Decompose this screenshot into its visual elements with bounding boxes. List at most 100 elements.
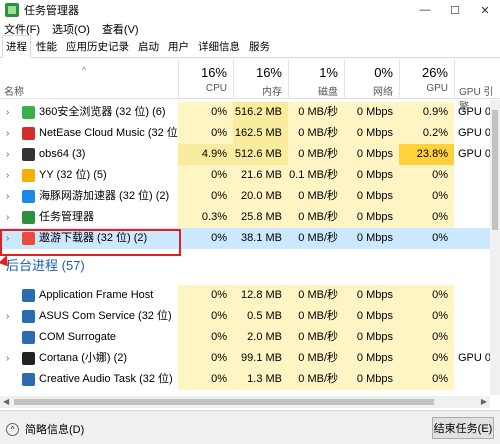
background-process-row[interactable]: Creative Audio Task (32 位) 0% 1.3 MB 0 MB/秒… [0,369,500,390]
memory-cell: 516.2 MB [233,102,288,123]
network-cell: 0 Mbps [344,207,399,228]
app-process-row[interactable]: › 任务管理器 0.3% 25.8 MB 0 MB/秒 0 Mbps 0% [0,207,500,228]
network-cell: 0 Mbps [344,165,399,186]
expand-chevron-icon[interactable]: › [6,228,9,249]
window-title: 任务管理器 [24,5,79,17]
vertical-scrollbar[interactable] [490,100,500,395]
collapse-icon: ^ [6,422,19,436]
app-process-row[interactable]: › YY (32 位) (5) 0% 21.6 MB 0.1 MB/秒 0 Mbps 0% [0,165,500,186]
end-task-button[interactable]: 结束任务(E) [432,417,494,439]
process-icon [22,331,35,344]
app-process-row[interactable]: › obs64 (3) 4.9% 512.6 MB 0 MB/秒 0 Mbps 23.8% G… [0,144,500,165]
gpu-cell: 0% [399,207,454,228]
fewer-details-button[interactable]: ^ 简略信息(D) [6,421,84,437]
minimize-button[interactable]: — [410,0,440,20]
expand-chevron-icon[interactable]: › [6,207,9,228]
cpu-cell: 0.3% [178,207,233,228]
background-process-row[interactable]: Application Frame Host 0% 12.8 MB 0 MB/秒 0 M… [0,285,500,306]
tab-performance[interactable]: 性能 [32,35,61,57]
network-cell: 0 Mbps [344,327,399,348]
process-icon [22,373,35,386]
task-manager-icon [5,3,19,17]
process-icon [22,211,35,224]
tab-users[interactable]: 用户 [164,35,193,57]
horizontal-scrollbar[interactable]: ◀ ▶ [0,396,490,408]
header-disk[interactable]: 1% 磁盘 [288,59,344,99]
header-gpu[interactable]: 26% GPU [399,59,454,99]
process-icon [22,352,35,365]
expand-chevron-icon[interactable]: › [6,348,9,369]
maximize-button[interactable]: ☐ [440,0,470,20]
title-bar: 任务管理器 — ☐ ✕ [0,0,500,20]
process-name: 任务管理器 [39,211,94,223]
window-controls: — ☐ ✕ [410,0,500,20]
gpu-cell: 0% [399,306,454,327]
header-network-pct: 0% [374,65,393,80]
header-network[interactable]: 0% 网络 [344,59,399,99]
footer: ^ 简略信息(D) 结束任务(E) [0,410,500,444]
expand-chevron-icon[interactable]: › [6,186,9,207]
expand-chevron-icon[interactable]: › [6,102,9,123]
background-process-row[interactable]: COM Surrogate 0% 2.0 MB 0 MB/秒 0 Mbps 0% [0,327,500,348]
process-name: Creative Audio Task (32 位) [39,373,173,385]
network-cell: 0 Mbps [344,144,399,165]
memory-cell: 21.6 MB [233,165,288,186]
background-process-row[interactable]: › Cortana (小娜) (2) 0% 99.1 MB 0 MB/秒 0 Mbps 0%… [0,348,500,369]
header-disk-pct: 1% [319,65,338,80]
background-processes-heading: 后台进程 (57) [6,258,85,273]
cpu-cell: 0% [178,306,233,327]
header-memory[interactable]: 16% 内存 [233,59,288,99]
header-gpu-engine[interactable]: GPU 引擎 [454,59,500,113]
process-name: NetEase Cloud Music (32 位) (3) [39,127,198,139]
header-name[interactable]: 名称 [4,83,24,98]
disk-cell: 0 MB/秒 [288,123,344,144]
scroll-left-icon[interactable]: ◀ [3,396,9,408]
cpu-cell: 4.9% [178,144,233,165]
header-cpu[interactable]: 16% CPU [178,59,233,99]
process-name: COM Surrogate [39,331,117,343]
gpu-cell: 0.9% [399,102,454,123]
header-cpu-pct: 16% [200,65,227,80]
header-memory-pct: 16% [255,65,282,80]
gpu-cell: 0.2% [399,123,454,144]
header-disk-label: 磁盘 [318,87,338,98]
header-network-label: 网络 [373,87,393,98]
tab-app-history[interactable]: 应用历史记录 [62,35,133,57]
scroll-right-icon[interactable]: ▶ [481,396,487,408]
gpu-cell: 0% [399,285,454,306]
app-process-row[interactable]: › NetEase Cloud Music (32 位) (3) 0% 162.5 M… [0,123,500,144]
close-button[interactable]: ✕ [470,0,500,20]
disk-cell: 0 MB/秒 [288,369,344,390]
cpu-cell: 0% [211,232,227,244]
header-gpu-label: GPU [426,83,448,94]
disk-cell: 0 MB/秒 [288,306,344,327]
background-process-row[interactable]: › ASUS Com Service (32 位) 0% 0.5 MB 0 MB/秒 0 … [0,306,500,327]
expand-chevron-icon[interactable]: › [6,306,9,327]
tab-startup[interactable]: 启动 [134,35,163,57]
disk-cell: 0 MB/秒 [288,144,344,165]
cpu-cell: 0% [178,327,233,348]
expand-chevron-icon[interactable]: › [6,165,9,186]
sort-up-icon: ^ [82,65,87,75]
horizontal-scroll-thumb[interactable] [14,399,434,405]
process-name: Application Frame Host [39,289,154,301]
header-gpu-pct: 26% [421,65,448,80]
memory-cell: 1.3 MB [233,369,288,390]
process-name: ASUS Com Service (32 位) [39,310,172,322]
process-icon [22,310,35,323]
process-name: YY (32 位) (5) [39,169,107,181]
network-cell: 0 Mbps [344,102,399,123]
memory-cell: 99.1 MB [233,348,288,369]
tab-services[interactable]: 服务 [245,35,274,57]
vertical-scroll-thumb[interactable] [492,110,498,230]
app-process-row[interactable]: › 360安全浏览器 (32 位) (6) 0% 516.2 MB 0 MB/秒 0 Mb… [0,102,500,123]
tab-details[interactable]: 详细信息 [194,35,244,57]
tab-processes[interactable]: 进程 [2,35,31,58]
app-process-row[interactable]: › 遨游下载器 (32 位) (2) 0% 38.1 MB 0 MB/秒 0 Mbps 0% [0,228,500,249]
expand-chevron-icon[interactable]: › [6,144,9,165]
app-process-row[interactable]: › 海豚网游加速器 (32 位) (2) 0% 20.0 MB 0 MB/秒 0 Mbps… [0,186,500,207]
network-cell: 0 Mbps [344,348,399,369]
expand-chevron-icon[interactable]: › [6,123,9,144]
process-name: obs64 (3) [39,148,86,160]
cpu-cell: 0% [178,369,233,390]
